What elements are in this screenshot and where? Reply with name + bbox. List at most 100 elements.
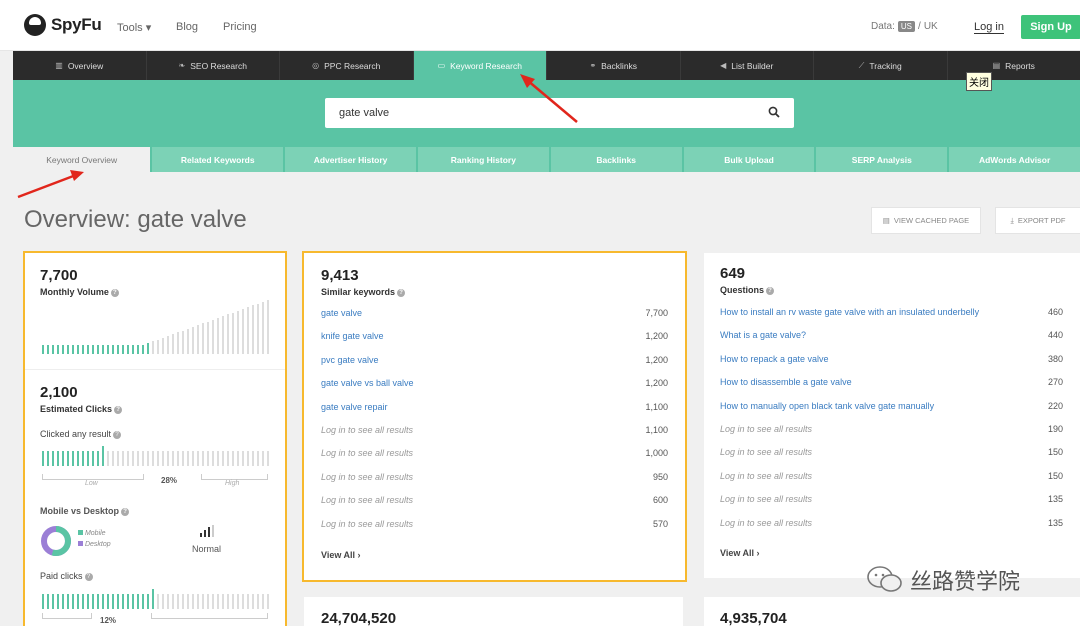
nav-tracking[interactable]: ⟋ Tracking	[814, 51, 948, 80]
bar	[87, 345, 89, 354]
bar	[197, 325, 199, 354]
bar	[157, 594, 159, 609]
bar	[232, 312, 234, 354]
login-link[interactable]: Log in	[974, 21, 1004, 34]
bar	[252, 594, 254, 609]
keyword-link[interactable]: knife gate valve	[321, 331, 384, 341]
bar	[137, 451, 139, 466]
login-prompt-link[interactable]: Log in to see all results	[720, 447, 812, 457]
bar	[167, 451, 169, 466]
tab-ranking-history[interactable]: Ranking History	[417, 147, 549, 172]
bar	[142, 594, 144, 609]
nav-keyword-research[interactable]: ▭ Keyword Research	[413, 51, 547, 80]
keyword-link[interactable]: gate valve vs ball valve	[321, 378, 414, 388]
login-prompt-link[interactable]: Log in to see all results	[321, 448, 413, 458]
estimated-clicks-label: Estimated Clicks	[40, 404, 113, 414]
bar	[192, 451, 194, 466]
bar	[107, 594, 109, 609]
bar	[182, 330, 184, 354]
tools-menu[interactable]: Tools ▾	[117, 21, 151, 34]
nav-overview[interactable]: ▥ Overview	[13, 51, 147, 80]
clicked-any-bars	[42, 446, 269, 466]
bar	[267, 300, 269, 354]
search-volume: 1,000	[645, 448, 668, 459]
nav-ppc-research[interactable]: ◎ PPC Research	[280, 51, 414, 80]
keyword-link[interactable]: gate valve repair	[321, 402, 388, 412]
help-icon[interactable]: ?	[110, 288, 119, 297]
question-link[interactable]: How to install an rv waste gate valve wi…	[720, 307, 979, 317]
pricing-link[interactable]: Pricing	[223, 21, 257, 33]
questions-view-all-link[interactable]: View All ›	[720, 548, 760, 558]
question-row: Log in to see all results 150	[704, 471, 1080, 494]
question-link[interactable]: How to manually open black tank valve ga…	[720, 401, 934, 411]
search-input[interactable]: gate valve	[339, 107, 389, 119]
watermark-text: 丝路赞学院	[910, 570, 1021, 595]
nav-backlinks[interactable]: ⚭ Backlinks	[547, 51, 681, 80]
search-box[interactable]: gate valve	[325, 98, 794, 128]
help-icon[interactable]: ?	[114, 405, 123, 414]
login-prompt-link[interactable]: Log in to see all results	[321, 425, 413, 435]
spyfu-logo[interactable]: SpyFu	[24, 14, 102, 36]
bar	[52, 345, 54, 354]
tab-keyword-overview[interactable]: Keyword Overview	[13, 147, 151, 172]
login-prompt-link[interactable]: Log in to see all results	[720, 494, 812, 504]
mobile-swatch	[78, 530, 83, 535]
tab-serp-analysis[interactable]: SERP Analysis	[816, 147, 948, 172]
login-prompt-link[interactable]: Log in to see all results	[321, 519, 413, 529]
keyword-subtabs: Keyword Overview Related Keywords Advert…	[13, 147, 1080, 172]
mobile-desktop-status: Normal	[192, 544, 222, 554]
region-us[interactable]: US	[897, 21, 916, 32]
question-link[interactable]: How to repack a gate valve	[720, 354, 829, 364]
top-bar: SpyFu Tools ▾ Blog Pricing Data: US / UK…	[0, 0, 1080, 51]
bar	[157, 339, 159, 354]
bar	[52, 594, 54, 609]
similar-view-all-link[interactable]: View All ›	[321, 550, 361, 560]
help-icon[interactable]: ?	[397, 288, 406, 297]
tab-backlinks[interactable]: Backlinks	[550, 147, 682, 172]
bar	[42, 345, 44, 354]
tab-bulk-upload[interactable]: Bulk Upload	[683, 147, 815, 172]
signup-button[interactable]: Sign Up	[1021, 15, 1080, 39]
high-bracket	[151, 613, 268, 619]
bar	[107, 451, 109, 466]
search-volume: 570	[652, 518, 668, 529]
tab-adwords-advisor[interactable]: AdWords Advisor	[949, 147, 1080, 172]
login-prompt-link[interactable]: Log in to see all results	[321, 472, 413, 482]
keyword-link[interactable]: gate valve	[321, 308, 362, 318]
help-icon[interactable]: ?	[84, 572, 93, 581]
bar	[42, 451, 44, 466]
nav-seo-research[interactable]: ❧ SEO Research	[147, 51, 280, 80]
login-prompt-link[interactable]: Log in to see all results	[321, 495, 413, 505]
bar	[57, 345, 59, 354]
blog-link[interactable]: Blog	[176, 21, 198, 33]
question-link[interactable]: What is a gate valve?	[720, 330, 806, 340]
similar-keywords-count: 9,413	[321, 267, 359, 284]
volume-clicks-card: 7,700 Monthly Volume? 2,100 Estimated Cl…	[23, 251, 287, 626]
bar	[102, 594, 104, 609]
search-icon[interactable]	[768, 106, 780, 118]
login-prompt-link[interactable]: Log in to see all results	[720, 518, 812, 528]
bar	[62, 594, 64, 609]
keyword-row: gate valve vs ball valve 1,200	[304, 378, 685, 401]
question-row: Log in to see all results 150	[704, 447, 1080, 470]
search-volume: 600	[652, 495, 668, 506]
tab-advertiser-history[interactable]: Advertiser History	[285, 147, 416, 172]
login-prompt-link[interactable]: Log in to see all results	[720, 424, 812, 434]
login-prompt-link[interactable]: Log in to see all results	[720, 471, 812, 481]
search-volume: 1,200	[645, 331, 668, 342]
tab-related-keywords[interactable]: Related Keywords	[152, 147, 284, 172]
help-icon[interactable]: ?	[121, 507, 130, 516]
question-row: How to install an rv waste gate valve wi…	[704, 307, 1080, 330]
question-link[interactable]: How to disassemble a gate valve	[720, 377, 852, 387]
bar	[72, 594, 74, 609]
keyword-link[interactable]: pvc gate valve	[321, 355, 379, 365]
bottom-card-right: 4,935,704	[704, 597, 1080, 626]
nav-list-builder[interactable]: ◀ List Builder	[681, 51, 814, 80]
view-cached-page-button[interactable]: ▤ VIEW CACHED PAGE	[871, 207, 981, 234]
keyboard-icon: ▭	[437, 61, 446, 70]
bar	[207, 451, 209, 466]
region-uk[interactable]: UK	[924, 21, 938, 32]
help-icon[interactable]: ?	[113, 430, 122, 439]
export-pdf-button[interactable]: ⤓ EXPORT PDF	[995, 207, 1080, 234]
help-icon[interactable]: ?	[766, 286, 775, 295]
